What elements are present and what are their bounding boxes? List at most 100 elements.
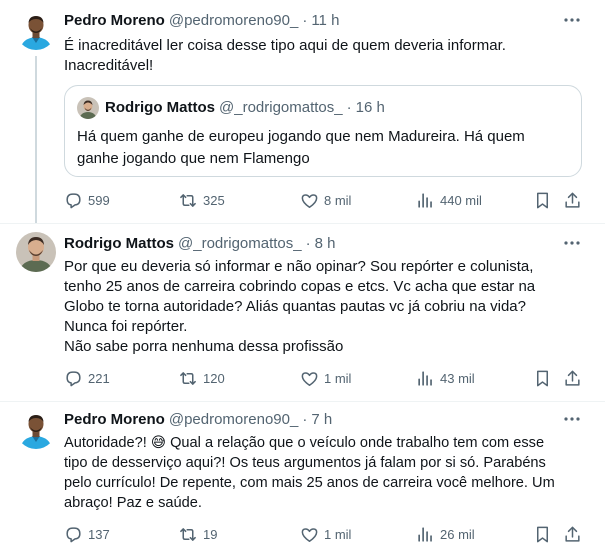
- repost-icon: [178, 369, 198, 388]
- tweet-header: Pedro Moreno @pedromoreno90_ · 11 h: [64, 12, 339, 29]
- repost-button[interactable]: 120: [178, 368, 225, 388]
- separator-dot: ·: [305, 235, 311, 252]
- timestamp[interactable]: 8 h: [315, 235, 336, 252]
- avatar[interactable]: [16, 409, 56, 449]
- like-icon: [300, 191, 319, 210]
- views-button[interactable]: 43 mil: [416, 368, 475, 388]
- more-icon[interactable]: [562, 409, 582, 429]
- repost-icon: [178, 525, 198, 544]
- like-count: 8 mil: [324, 192, 352, 208]
- tweet-text-line: ganhe jogando que nem Flamengo: [77, 150, 310, 167]
- quoted-tweet[interactable]: Rodrigo Mattos @_rodrigomattos_ · 16 h H…: [64, 85, 582, 177]
- views-icon: [416, 191, 435, 210]
- author-handle[interactable]: @_rodrigomattos_: [178, 235, 302, 252]
- like-button[interactable]: 1 mil: [300, 524, 351, 544]
- reply-button[interactable]: 599: [64, 190, 110, 210]
- repost-count: 325: [203, 192, 225, 208]
- tweet-text-line: Nunca foi repórter.: [64, 318, 188, 335]
- share-icon: [563, 369, 582, 388]
- timestamp: 16 h: [355, 99, 385, 116]
- tweet-header: Pedro Moreno @pedromoreno90_ · 7 h: [64, 411, 332, 428]
- separator-dot: ·: [302, 12, 308, 29]
- quoted-tweet-header: Rodrigo Mattos @_rodrigomattos_ · 16 h: [105, 99, 385, 116]
- tweet-divider: [0, 223, 605, 224]
- tweet-divider: [0, 401, 605, 402]
- views-count: 440 mil: [440, 192, 482, 208]
- share-icon: [563, 191, 582, 210]
- repost-count: 19: [203, 526, 218, 542]
- more-icon[interactable]: [562, 233, 582, 253]
- views-button[interactable]: 26 mil: [416, 524, 475, 544]
- avatar[interactable]: [16, 10, 56, 50]
- tweet-text-line: Globo te torna autoridade? Aliás quantas…: [64, 298, 526, 315]
- like-button[interactable]: 1 mil: [300, 368, 351, 388]
- separator-dot: ·: [302, 411, 308, 428]
- author-name[interactable]: Rodrigo Mattos: [64, 235, 174, 252]
- tweet-header: Rodrigo Mattos @_rodrigomattos_ · 8 h: [64, 235, 335, 252]
- reply-button[interactable]: 221: [64, 368, 110, 388]
- bookmark-button[interactable]: [533, 524, 553, 544]
- bookmark-icon: [533, 191, 552, 210]
- views-button[interactable]: 440 mil: [416, 190, 482, 210]
- tweet-text-line: abraço! Paz e saúde.: [64, 495, 202, 511]
- tweet-text: É inacreditável ler coisa desse tipo aqu…: [64, 36, 506, 76]
- tweet-text-line: tenho 25 anos de carreira cobrindo copas…: [64, 278, 536, 295]
- tweet-text-line: Por que eu deveria só informar e não opi…: [64, 258, 534, 275]
- tweet-text-line: Inacreditável!: [64, 57, 154, 74]
- like-count: 1 mil: [324, 526, 352, 542]
- bookmark-icon: [533, 369, 552, 388]
- repost-count: 120: [203, 370, 225, 386]
- author-name[interactable]: Pedro Moreno: [64, 411, 165, 428]
- reply-button[interactable]: 137: [64, 524, 110, 544]
- more-icon[interactable]: [562, 10, 582, 30]
- share-button[interactable]: [563, 190, 583, 210]
- tweet-text: Autoridade?! 😅 Qual a relação que o veíc…: [64, 433, 555, 513]
- avatar: [77, 97, 99, 119]
- author-name: Rodrigo Mattos: [105, 99, 215, 116]
- tweet-text-line: Não sabe porra nenhuma dessa profissão: [64, 338, 344, 355]
- bookmark-button[interactable]: [533, 190, 553, 210]
- views-count: 26 mil: [440, 526, 475, 542]
- author-handle[interactable]: @pedromoreno90_: [169, 411, 298, 428]
- tweet-actions: 221 120 1 mil 43 mil: [64, 368, 584, 388]
- thread-connector-line: [35, 56, 37, 224]
- like-icon: [300, 525, 319, 544]
- reply-count: 599: [88, 192, 110, 208]
- bookmark-button[interactable]: [533, 368, 553, 388]
- quoted-tweet-text: Há quem ganhe de europeu jogando que nem…: [77, 126, 525, 170]
- reply-icon: [64, 369, 83, 388]
- reply-count: 221: [88, 370, 110, 386]
- author-handle[interactable]: @pedromoreno90_: [169, 12, 298, 29]
- repost-button[interactable]: 19: [178, 524, 217, 544]
- share-button[interactable]: [563, 524, 583, 544]
- tweet-text: Por que eu deveria só informar e não opi…: [64, 257, 535, 357]
- views-count: 43 mil: [440, 370, 475, 386]
- like-count: 1 mil: [324, 370, 352, 386]
- bookmark-icon: [533, 525, 552, 544]
- reply-icon: [64, 525, 83, 544]
- tweet-actions: 599 325 8 mil 440 mil: [64, 190, 584, 210]
- share-icon: [563, 525, 582, 544]
- repost-icon: [178, 191, 198, 210]
- conversation-thread: Pedro Moreno @pedromoreno90_ · 11 h É in…: [0, 0, 605, 551]
- repost-button[interactable]: 325: [178, 190, 225, 210]
- share-button[interactable]: [563, 368, 583, 388]
- tweet-text-line: Há quem ganhe de europeu jogando que nem…: [77, 128, 525, 145]
- views-icon: [416, 525, 435, 544]
- tweet-text-line: Autoridade?! 😅 Qual a relação que o veíc…: [64, 435, 545, 451]
- timestamp[interactable]: 7 h: [311, 411, 332, 428]
- like-button[interactable]: 8 mil: [300, 190, 351, 210]
- author-handle: @_rodrigomattos_: [219, 99, 343, 116]
- avatar[interactable]: [16, 232, 56, 272]
- separator-dot: ·: [346, 99, 352, 116]
- tweet-text-line: tipo de desserviço aqui?! Os teus argume…: [64, 455, 546, 471]
- reply-count: 137: [88, 526, 110, 542]
- reply-icon: [64, 191, 83, 210]
- tweet-text-line: pelo currículo! De repente, com mais 25 …: [64, 475, 555, 491]
- tweet-actions: 137 19 1 mil 26 mil: [64, 524, 584, 544]
- like-icon: [300, 369, 319, 388]
- tweet-text-line: É inacreditável ler coisa desse tipo aqu…: [64, 37, 506, 54]
- views-icon: [416, 369, 435, 388]
- timestamp[interactable]: 11 h: [311, 12, 339, 29]
- author-name[interactable]: Pedro Moreno: [64, 12, 165, 29]
